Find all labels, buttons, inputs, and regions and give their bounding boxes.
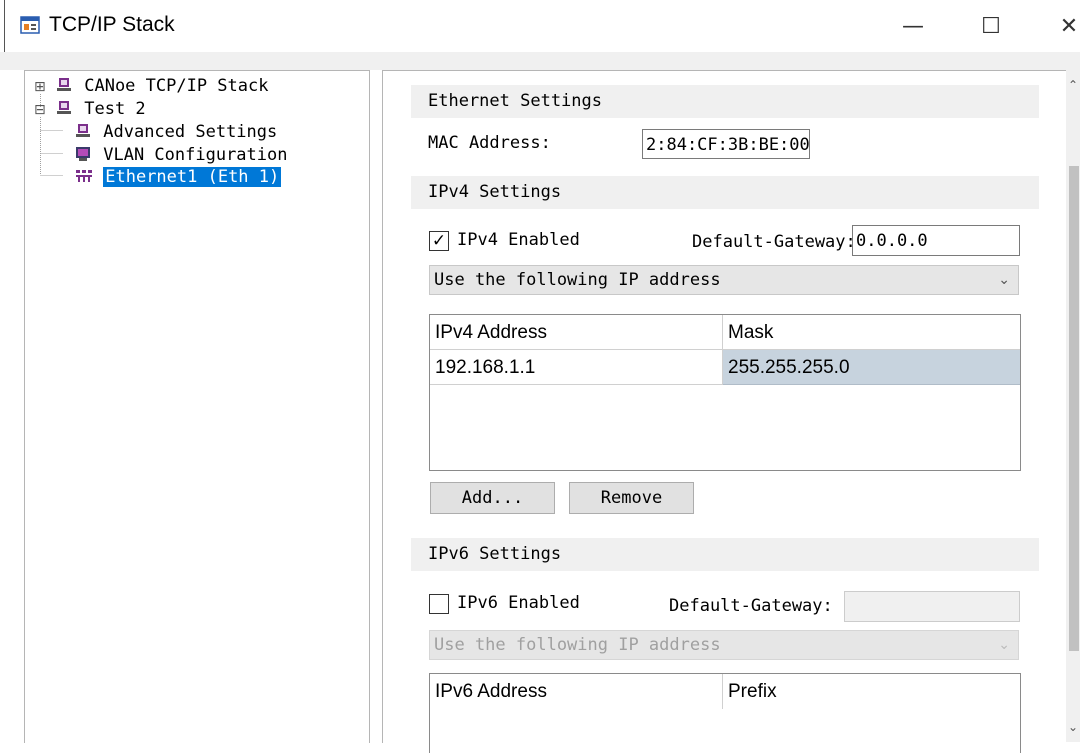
mac-address-label: MAC Address: bbox=[428, 133, 551, 153]
computer-icon bbox=[56, 77, 72, 100]
tree-item-label: VLAN Configuration bbox=[103, 145, 288, 165]
title-bar: TCP/IP Stack — ☐ ✕ bbox=[0, 0, 1080, 52]
tree-item-test-2[interactable]: ⊟ Test 2 bbox=[34, 98, 148, 121]
ipv6-address-table[interactable]: IPv6 Address Prefix bbox=[429, 673, 1021, 753]
tree-item-label: CANoe TCP/IP Stack bbox=[84, 76, 269, 96]
table-cell-mask[interactable]: 255.255.255.0 bbox=[723, 350, 1020, 385]
chevron-down-icon: ⌄ bbox=[998, 272, 1010, 288]
tree-item-advanced-settings[interactable]: Advanced Settings bbox=[75, 121, 279, 144]
tree-item-ethernet1[interactable]: Ethernet1 (Eth 1) bbox=[75, 166, 282, 191]
window-edge bbox=[4, 0, 5, 52]
settings-panel: Ethernet Settings MAC Address: 2:84:CF:3… bbox=[382, 70, 1080, 753]
ipv4-mode-dropdown[interactable]: Use the following IP address ⌄ bbox=[429, 265, 1019, 295]
tree-panel[interactable]: ⊞ CANoe TCP/IP Stack ⊟ Test 2 Advanced S… bbox=[24, 70, 370, 743]
ipv6-enabled-label: IPv6 Enabled bbox=[457, 593, 580, 613]
ipv6-gateway-label: Default-Gateway: bbox=[669, 596, 833, 616]
ipv6-mode-value: Use the following IP address bbox=[434, 635, 721, 655]
scroll-down-icon[interactable]: ⌄ bbox=[1068, 720, 1078, 734]
column-header-prefix[interactable]: Prefix bbox=[723, 674, 1020, 709]
scroll-up-icon[interactable]: ⌃ bbox=[1068, 78, 1078, 92]
network-icon bbox=[75, 168, 93, 191]
expand-icon[interactable]: ⊞ bbox=[34, 79, 46, 95]
ipv4-enabled-checkbox[interactable]: ✓ bbox=[429, 231, 449, 251]
collapse-icon[interactable]: ⊟ bbox=[34, 102, 46, 118]
computer-icon bbox=[56, 100, 72, 123]
computer-icon bbox=[75, 123, 91, 146]
window-title: TCP/IP Stack bbox=[49, 13, 175, 36]
tree-item-label: Test 2 bbox=[84, 99, 146, 119]
tree-item-vlan-configuration[interactable]: VLAN Configuration bbox=[75, 144, 289, 167]
tree-item-canoe-stack[interactable]: ⊞ CANoe TCP/IP Stack bbox=[34, 75, 270, 98]
ipv4-mode-value: Use the following IP address bbox=[434, 270, 721, 290]
ipv6-enabled-checkbox[interactable] bbox=[429, 594, 449, 614]
table-cell-address[interactable]: 192.168.1.1 bbox=[430, 350, 723, 385]
ipv4-enabled-label: IPv4 Enabled bbox=[457, 230, 580, 250]
ipv4-gateway-label: Default-Gateway: bbox=[692, 232, 856, 252]
ipv6-mode-dropdown[interactable]: Use the following IP address ⌄ bbox=[429, 630, 1019, 660]
ipv6-settings-header: IPv6 Settings bbox=[411, 538, 1039, 571]
minimize-button[interactable]: — bbox=[888, 8, 938, 44]
ipv4-settings-header: IPv4 Settings bbox=[411, 176, 1039, 209]
column-header-ipv4-address[interactable]: IPv4 Address bbox=[430, 315, 723, 350]
close-button[interactable]: ✕ bbox=[1044, 8, 1080, 44]
tree-item-label: Ethernet1 (Eth 1) bbox=[103, 167, 282, 187]
ipv6-gateway-field[interactable] bbox=[844, 591, 1020, 622]
ipv4-gateway-field[interactable]: 0.0.0.0 bbox=[852, 225, 1020, 256]
client-area-top bbox=[0, 52, 1080, 70]
ipv4-address-table[interactable]: IPv4 Address Mask 192.168.1.1 255.255.25… bbox=[429, 314, 1021, 471]
chevron-down-icon: ⌄ bbox=[998, 637, 1010, 653]
ethernet-settings-header: Ethernet Settings bbox=[411, 85, 1039, 118]
maximize-button[interactable]: ☐ bbox=[966, 8, 1016, 44]
mac-address-field[interactable]: 2:84:CF:3B:BE:00 bbox=[642, 129, 810, 159]
tree-item-label: Advanced Settings bbox=[103, 122, 278, 142]
add-button[interactable]: Add... bbox=[430, 482, 555, 514]
remove-button[interactable]: Remove bbox=[569, 482, 694, 514]
scroll-thumb[interactable] bbox=[1069, 166, 1079, 651]
column-header-mask[interactable]: Mask bbox=[723, 315, 1020, 350]
vertical-scrollbar[interactable]: ⌃ ⌄ bbox=[1066, 70, 1080, 742]
column-header-ipv6-address[interactable]: IPv6 Address bbox=[430, 674, 723, 709]
app-window-icon bbox=[20, 16, 40, 34]
